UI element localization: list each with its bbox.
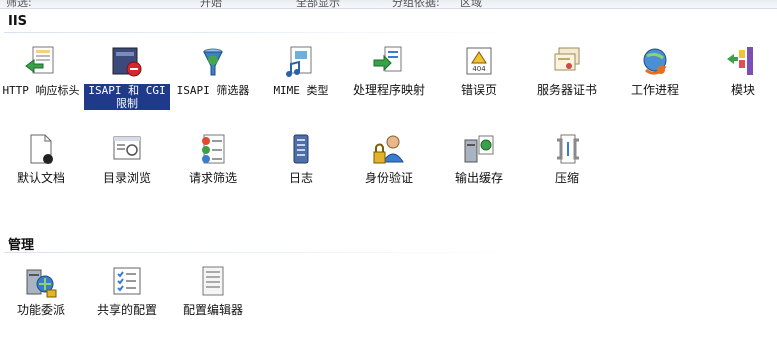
feature-http-response-headers[interactable]: HTTP 响应标头 xyxy=(0,44,84,97)
feature-feature-delegation[interactable]: 功能委派 xyxy=(0,264,84,317)
worker-processes-icon xyxy=(643,48,667,75)
modules-icon xyxy=(727,47,753,75)
group-divider xyxy=(4,252,524,253)
svg-text:404: 404 xyxy=(472,65,486,73)
feature-label: 日志 xyxy=(288,171,313,185)
feature-label: 处理程序映射 xyxy=(352,83,425,97)
mime-types-icon xyxy=(286,46,312,77)
feature-delegation-icon xyxy=(26,269,57,298)
feature-label: 共享的配置 xyxy=(96,303,157,317)
feature-label: HTTP 响应标头 xyxy=(2,84,80,97)
output-caching-icon xyxy=(464,135,494,163)
filter-label: 筛选: xyxy=(6,0,32,9)
logging-icon xyxy=(293,134,309,164)
directory-browsing-icon xyxy=(113,136,141,160)
feature-modules[interactable]: 模块 xyxy=(700,44,777,97)
isapi-cgi-restrictions-icon xyxy=(112,47,142,77)
feature-label: 压缩 xyxy=(554,171,579,185)
feature-label: 错误页 xyxy=(460,83,497,97)
feature-compression[interactable]: 压缩 xyxy=(524,132,610,185)
feature-request-filtering[interactable]: 请求筛选 xyxy=(170,132,256,185)
feature-label: MIME 类型 xyxy=(273,84,329,97)
compression-icon xyxy=(557,134,579,164)
configuration-editor-icon xyxy=(202,266,224,296)
filter-toolbar: 筛选: 开始 全部显示 分组依据: 区域 xyxy=(0,0,777,9)
feature-logging[interactable]: 日志 xyxy=(258,132,344,185)
feature-label: ISAPI 筛选器 xyxy=(176,84,250,97)
shared-configuration-icon xyxy=(113,267,141,295)
feature-label: 目录浏览 xyxy=(102,171,151,185)
authentication-icon xyxy=(373,135,404,164)
group-by-label: 分组依据: xyxy=(392,0,440,9)
feature-default-document[interactable]: 默认文档 xyxy=(0,132,84,185)
feature-label: 配置编辑器 xyxy=(182,303,243,317)
request-filtering-icon xyxy=(202,134,225,164)
feature-label: 输出缓存 xyxy=(454,171,503,185)
feature-error-pages[interactable]: 404 错误页 xyxy=(436,44,522,97)
server-certificates-icon xyxy=(554,47,580,71)
group-by-select[interactable]: 区域 xyxy=(460,0,482,8)
feature-handler-mappings[interactable]: 处理程序映射 xyxy=(346,44,432,97)
feature-mime-types[interactable]: MIME 类型 xyxy=(258,44,344,97)
feature-label: 工作进程 xyxy=(630,83,679,97)
start-filter-button[interactable]: 开始 xyxy=(200,0,222,8)
show-all-button[interactable]: 全部显示 xyxy=(296,0,340,8)
feature-label: 身份验证 xyxy=(364,171,413,185)
feature-worker-processes[interactable]: 工作进程 xyxy=(612,44,698,97)
default-document-icon xyxy=(30,134,53,164)
feature-authentication[interactable]: 身份验证 xyxy=(346,132,432,185)
http-response-headers-icon xyxy=(25,46,54,74)
group-divider xyxy=(4,32,524,33)
feature-label: 服务器证书 xyxy=(536,83,597,97)
feature-label: 默认文档 xyxy=(16,171,65,185)
feature-isapi-cgi-restrictions[interactable]: ISAPI 和 CGI 限制 xyxy=(84,44,170,111)
group-title-management: 管理 xyxy=(8,238,35,253)
feature-label: ISAPI 和 CGI 限制 xyxy=(84,84,170,110)
feature-label: 功能委派 xyxy=(16,303,65,317)
feature-output-caching[interactable]: 输出缓存 xyxy=(436,132,522,185)
feature-server-certificates[interactable]: 服务器证书 xyxy=(524,44,610,97)
isapi-filters-icon xyxy=(203,48,223,76)
feature-label: 模块 xyxy=(730,83,755,97)
feature-shared-configuration[interactable]: 共享的配置 xyxy=(84,264,170,317)
handler-mappings-icon xyxy=(373,46,402,72)
error-pages-icon: 404 xyxy=(466,47,492,75)
feature-isapi-filters[interactable]: ISAPI 筛选器 xyxy=(170,44,256,97)
feature-directory-browsing[interactable]: 目录浏览 xyxy=(84,132,170,185)
group-title-iis: IIS xyxy=(8,14,28,29)
feature-configuration-editor[interactable]: 配置编辑器 xyxy=(170,264,256,317)
feature-label: 请求筛选 xyxy=(188,171,237,185)
